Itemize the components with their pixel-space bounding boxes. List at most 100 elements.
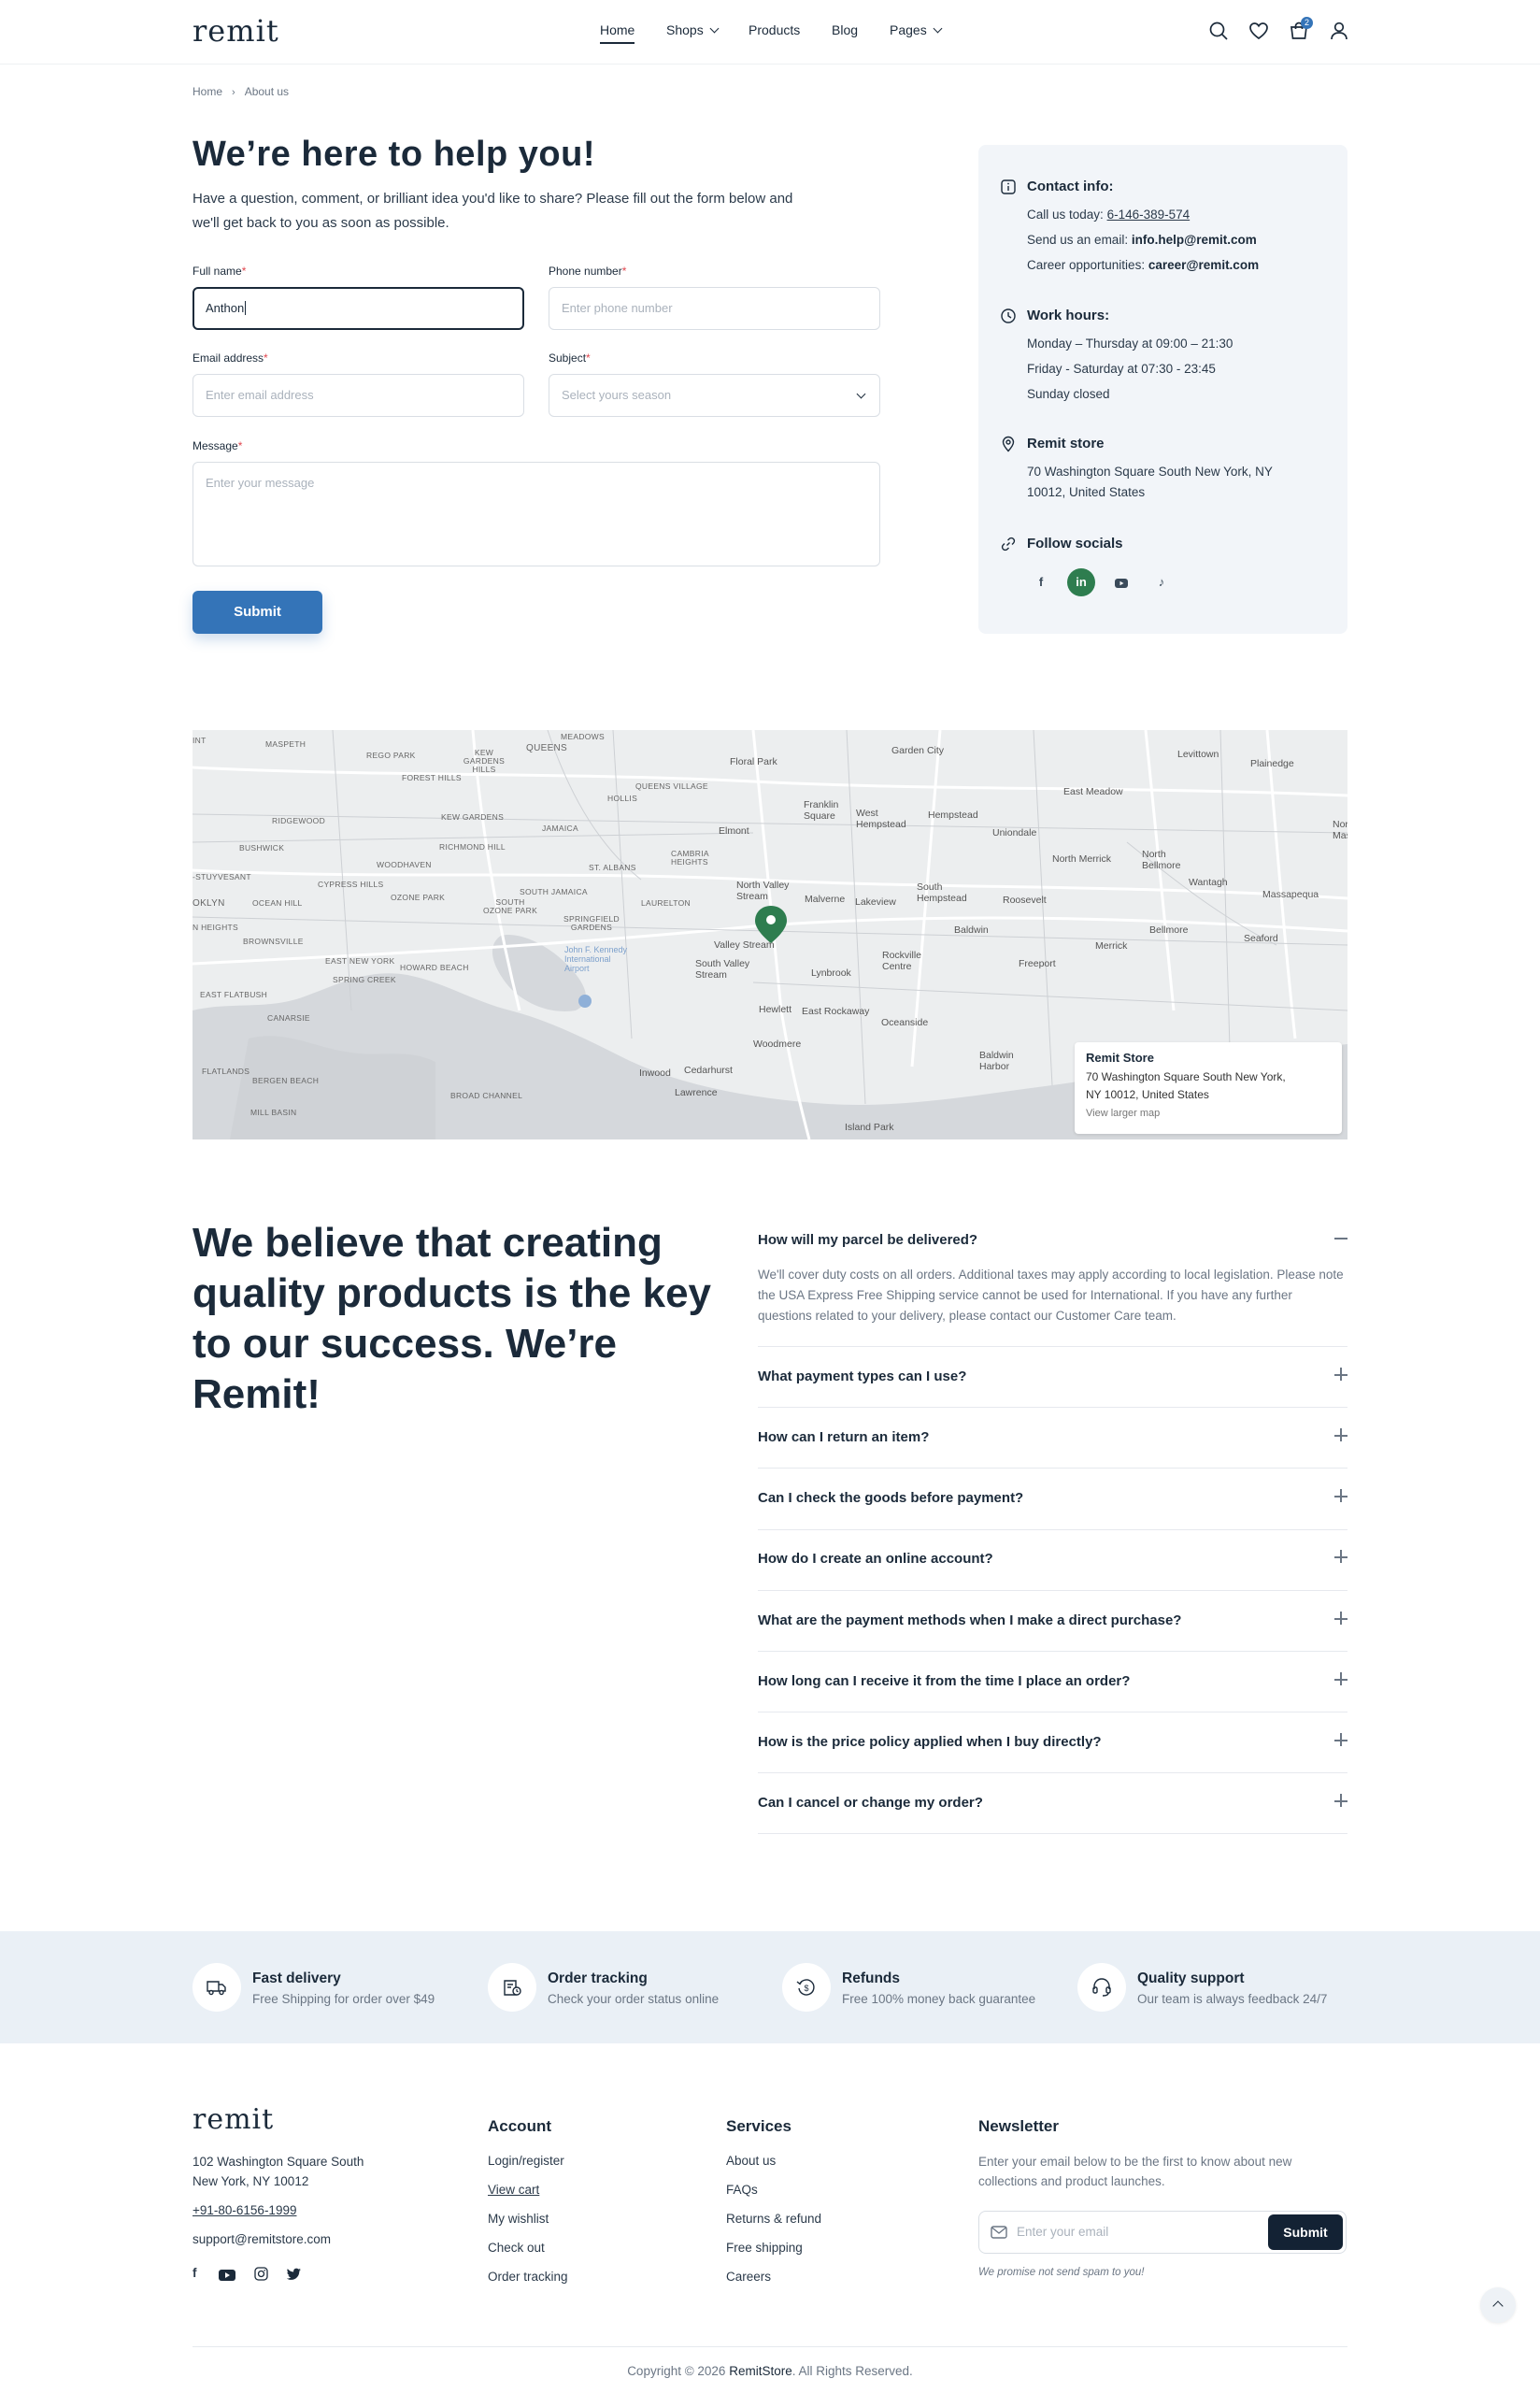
footer-link-wishlist[interactable]: My wishlist <box>488 2212 549 2226</box>
faq-question[interactable]: How can I return an item? <box>758 1428 1348 1445</box>
faq-question-text: How do I create an online account? <box>758 1551 993 1567</box>
map-label: Lakeview <box>855 896 896 908</box>
plus-icon <box>1334 1612 1348 1625</box>
plus-icon <box>1334 1794 1348 1807</box>
footer-logo[interactable]: remit <box>192 2103 274 2136</box>
map-label: Garden City <box>891 745 945 756</box>
faq-question[interactable]: What payment types can I use? <box>758 1368 1348 1384</box>
feature-desc: Our team is always feedback 24/7 <box>1137 1992 1328 2006</box>
brand-logo[interactable]: remit <box>192 13 279 49</box>
phone-link[interactable]: 6-146-389-574 <box>1107 208 1191 222</box>
plus-icon <box>1334 1672 1348 1685</box>
store-address-line: 10012, United States <box>1027 485 1146 499</box>
nav-item-pages-label: Pages <box>890 22 927 37</box>
email-label-text: Email address <box>192 351 264 365</box>
newsletter-form: Enter your email Submit <box>978 2211 1347 2254</box>
footer-link-login[interactable]: Login/register <box>488 2154 564 2168</box>
linkedin-icon[interactable]: in <box>1067 568 1095 596</box>
email-input[interactable]: Enter email address <box>192 374 524 417</box>
newsletter-submit-button[interactable]: Submit <box>1268 2214 1343 2250</box>
store-title: Remit store <box>1027 436 1105 451</box>
store-map[interactable]: Floral Park Garden City Levittown Plaine… <box>192 730 1348 1139</box>
info-icon <box>1000 179 1017 195</box>
features-bar: Fast delivery Free Shipping for order ov… <box>0 1931 1540 2043</box>
copyright: Copyright © 2026 RemitStore. All Rights … <box>0 2364 1540 2378</box>
submit-button[interactable]: Submit <box>192 591 322 634</box>
footer-link-view-cart[interactable]: View cart <box>488 2183 539 2197</box>
newsletter-note: We promise not send spam to you! <box>978 2267 1145 2278</box>
map-label: Elmont <box>719 825 749 837</box>
twitter-icon[interactable] <box>286 2268 302 2285</box>
footer-link-faqs[interactable]: FAQs <box>726 2183 758 2197</box>
phone-input[interactable]: Enter phone number <box>549 287 880 330</box>
nav-item-shops[interactable]: Shops <box>666 22 720 37</box>
faq-question[interactable]: Can I cancel or change my order? <box>758 1794 1348 1811</box>
faq-question[interactable]: How is the price policy applied when I b… <box>758 1733 1348 1750</box>
footer-newsletter-title: Newsletter <box>978 2117 1059 2135</box>
youtube-icon[interactable] <box>219 2269 235 2286</box>
career-link[interactable]: career@remit.com <box>1148 258 1259 272</box>
youtube-icon[interactable] <box>1107 568 1135 596</box>
tiktok-icon[interactable]: ♪ <box>1148 568 1176 596</box>
map-label: North Massapequa <box>1333 819 1348 841</box>
phone-label: Phone number* <box>549 265 626 278</box>
map-label: Floral Park <box>730 756 777 767</box>
breadcrumb-home[interactable]: Home <box>192 85 222 98</box>
footer-link-checkout[interactable]: Check out <box>488 2241 545 2255</box>
map-label: CYPRESS HILLS <box>318 880 384 889</box>
chevron-down-icon <box>933 23 943 34</box>
footer-link-free-shipping[interactable]: Free shipping <box>726 2241 803 2255</box>
subject-select[interactable]: Select yours season <box>549 374 880 417</box>
breadcrumb: Home › About us <box>192 85 289 98</box>
map-card-address-line: 70 Washington Square South New York, <box>1086 1070 1286 1083</box>
map-label: Baldwin <box>954 924 989 936</box>
nav-item-blog[interactable]: Blog <box>832 22 858 37</box>
map-label: Wantagh <box>1189 877 1228 888</box>
map-label: HOWARD BEACH <box>400 963 469 972</box>
facebook-icon[interactable]: f <box>192 2266 197 2280</box>
cart-icon[interactable]: 2 <box>1289 17 1313 41</box>
heart-icon[interactable] <box>1248 21 1269 41</box>
faq-question[interactable]: What are the payment methods when I make… <box>758 1612 1348 1628</box>
required-mark: * <box>241 265 247 278</box>
footer-email-link[interactable]: support@remitstore.com <box>192 2232 331 2246</box>
map-label: EAST NEW YORK <box>325 956 395 966</box>
copyright-brand[interactable]: RemitStore <box>729 2364 792 2378</box>
full-name-input[interactable]: Anthon <box>192 287 524 330</box>
facebook-icon[interactable]: f <box>1027 568 1055 596</box>
nav-item-pages[interactable]: Pages <box>890 22 943 37</box>
map-label: FLATLANDS <box>202 1067 250 1076</box>
map-label: QUEENS VILLAGE <box>635 781 708 791</box>
refund-icon: $ <box>782 1963 831 2012</box>
nav-item-home[interactable]: Home <box>600 22 635 44</box>
footer-address: 102 Washington Square South New York, NY … <box>192 2152 364 2191</box>
map-label: Valley Stream <box>714 939 775 951</box>
faq-divider <box>758 1590 1348 1591</box>
footer-link-careers[interactable]: Careers <box>726 2270 771 2284</box>
footer-link-returns[interactable]: Returns & refund <box>726 2212 821 2226</box>
email-link[interactable]: info.help@remit.com <box>1132 233 1257 247</box>
newsletter-email-input[interactable]: Enter your email <box>1017 2225 1108 2239</box>
faq-question[interactable]: How do I create an online account? <box>758 1550 1348 1567</box>
back-to-top-button[interactable] <box>1480 2287 1516 2323</box>
faq-question[interactable]: How long can I receive it from the time … <box>758 1672 1348 1689</box>
page-lead: Have a question, comment, or brilliant i… <box>192 191 793 231</box>
user-icon[interactable] <box>1329 21 1349 41</box>
nav-item-products[interactable]: Products <box>749 22 800 37</box>
search-icon[interactable] <box>1208 21 1229 41</box>
map-label: Inwood <box>639 1068 671 1079</box>
footer-link-order-tracking[interactable]: Order tracking <box>488 2270 568 2284</box>
instagram-icon[interactable] <box>254 2267 268 2286</box>
map-label: Malverne <box>805 894 846 905</box>
message-textarea[interactable]: Enter your message <box>192 462 880 566</box>
map-label: Rockville Centre <box>882 950 922 972</box>
page-title: We’re here to help you! <box>192 135 595 174</box>
message-label: Message* <box>192 439 242 452</box>
footer-phone-link[interactable]: +91-80-6156-1999 <box>192 2203 296 2217</box>
map-label: Lawrence <box>675 1087 718 1098</box>
footer-link-about[interactable]: About us <box>726 2154 776 2168</box>
view-larger-map-link[interactable]: View larger map <box>1086 1108 1160 1119</box>
faq-question[interactable]: How will my parcel be delivered? <box>758 1232 1348 1248</box>
plus-icon <box>1334 1550 1348 1563</box>
faq-question[interactable]: Can I check the goods before payment? <box>758 1489 1348 1506</box>
